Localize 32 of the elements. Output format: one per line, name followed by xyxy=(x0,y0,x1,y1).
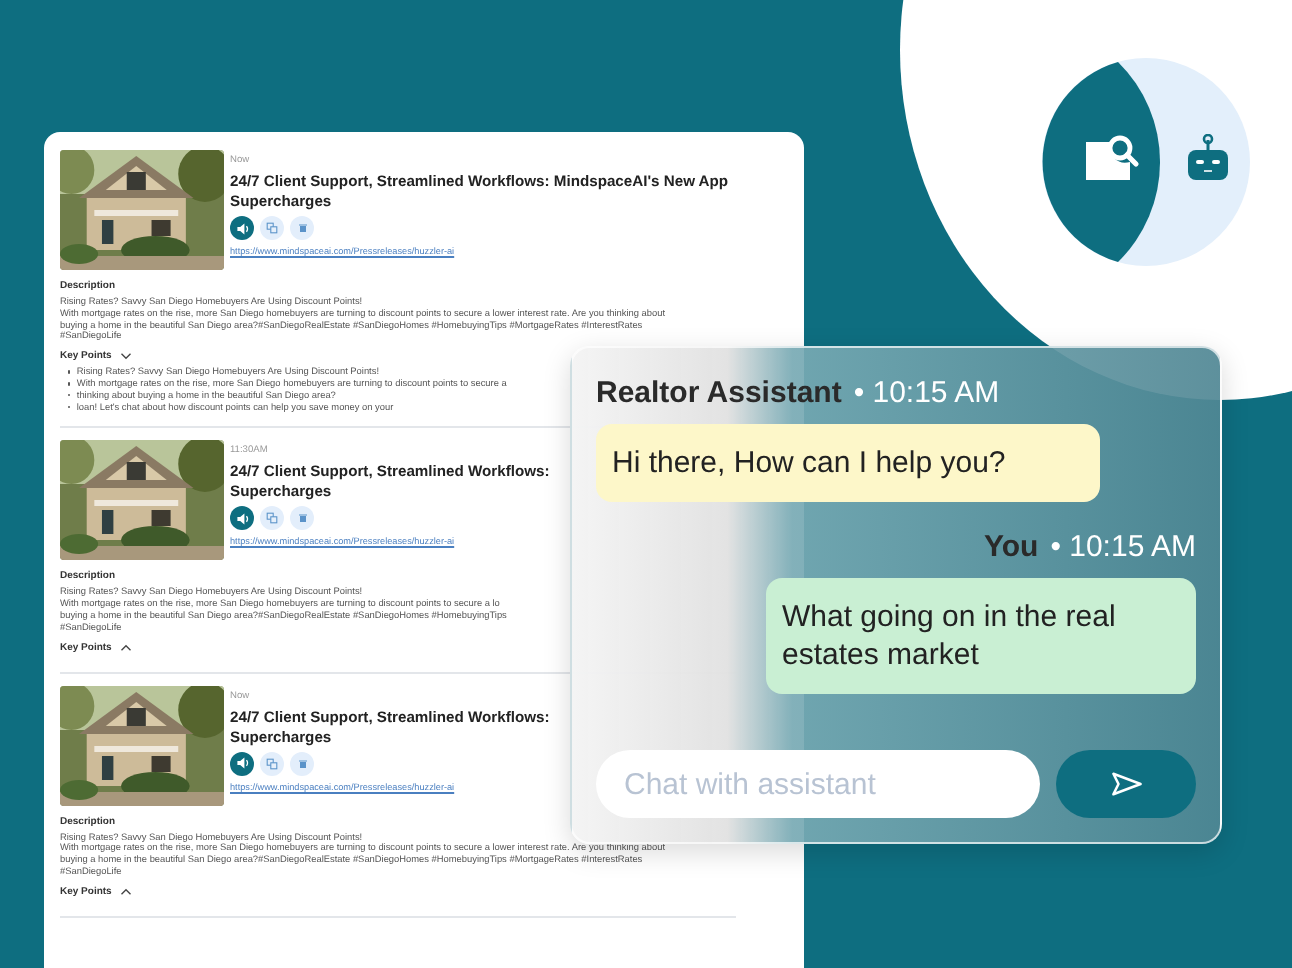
message-bubble: Hi there, How can I help you? xyxy=(596,424,1100,502)
trash-icon xyxy=(297,757,307,770)
chevron-icon xyxy=(119,352,132,361)
delete-button[interactable] xyxy=(290,216,314,240)
speaker-button[interactable] xyxy=(230,506,254,531)
speaker-icon xyxy=(235,511,249,526)
send-button[interactable] xyxy=(1056,750,1196,818)
speaker-icon xyxy=(235,756,249,771)
chat-input[interactable]: Chat with assistant xyxy=(596,750,1040,818)
copy-button[interactable] xyxy=(260,751,284,776)
document-search-icon xyxy=(1084,132,1140,184)
send-icon xyxy=(1109,770,1143,798)
copy-icon xyxy=(266,757,278,770)
copy-button[interactable] xyxy=(260,216,284,240)
chevron-icon xyxy=(119,887,132,896)
message-time: • 10:15 AM xyxy=(853,376,1000,410)
chevron-icon xyxy=(119,643,132,652)
trash-icon xyxy=(297,512,307,525)
sender-name: Realtor Assistant xyxy=(596,376,842,410)
speaker-icon xyxy=(235,221,249,235)
delete-button[interactable] xyxy=(290,751,314,776)
message-time: • 10:15 AM xyxy=(1050,530,1196,564)
delete-button[interactable] xyxy=(290,506,314,531)
copy-button[interactable] xyxy=(260,506,284,531)
sender-name: You xyxy=(983,530,1039,564)
message-bubble: What going on in the real estates market xyxy=(766,578,1196,694)
trash-icon xyxy=(297,222,307,234)
copy-icon xyxy=(266,222,278,234)
copy-icon xyxy=(266,512,278,525)
speaker-button[interactable] xyxy=(230,751,254,776)
robot-icon xyxy=(1186,134,1230,182)
speaker-button[interactable] xyxy=(230,216,254,240)
